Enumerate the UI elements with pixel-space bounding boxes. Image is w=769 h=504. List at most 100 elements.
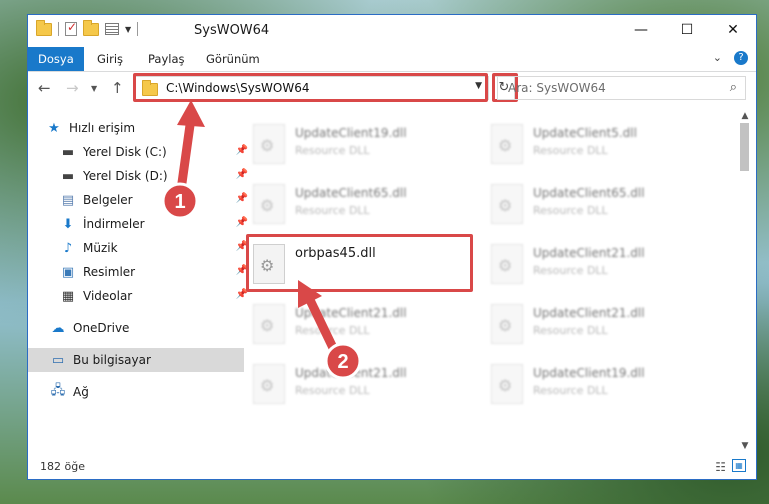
- dll-file-icon: [253, 124, 285, 164]
- file-name: UpdateClient21.dll: [533, 306, 645, 320]
- documents-icon: ▤: [61, 192, 75, 208]
- file-description: Resource DLL: [533, 144, 608, 157]
- network-icon: 🖧: [50, 383, 66, 398]
- file-item[interactable]: UpdateClient65.dll Resource DLL: [481, 178, 701, 228]
- sidebar-item-label: Videolar: [83, 289, 133, 303]
- title-bar: ▼ SysWOW64 — ☐ ✕: [28, 15, 756, 47]
- status-bar: 182 öğe ☷ ▦: [28, 455, 756, 479]
- separator: [58, 22, 59, 36]
- dll-file-icon: [491, 124, 523, 164]
- drive-icon: ▬: [61, 168, 75, 184]
- file-item[interactable]: UpdateClient21.dll Resource DLL: [243, 298, 463, 348]
- window-controls: — ☐ ✕: [618, 15, 756, 45]
- file-name: UpdateClient19.dll: [533, 366, 645, 380]
- file-name: UpdateClient65.dll: [295, 186, 407, 200]
- file-item[interactable]: UpdateClient19.dll Resource DLL: [243, 118, 463, 168]
- dll-file-icon: [491, 304, 523, 344]
- sidebar-item-label: Yerel Disk (C:): [83, 145, 167, 159]
- cloud-icon: ☁: [51, 320, 65, 336]
- file-name: UpdateClient19.dll: [295, 126, 407, 140]
- minimize-button[interactable]: —: [618, 15, 664, 45]
- tab-paylas[interactable]: Paylaş: [138, 47, 195, 71]
- tab-dosya[interactable]: Dosya: [28, 47, 84, 71]
- expand-ribbon-icon[interactable]: ⌄: [713, 51, 722, 64]
- dll-file-icon: [491, 184, 523, 224]
- sidebar-item-documents[interactable]: ▤ Belgeler 📌: [28, 188, 254, 212]
- file-explorer-window: ▼ SysWOW64 — ☐ ✕ Dosya Giriş Paylaş Görü…: [27, 14, 757, 480]
- sidebar-item-onedrive[interactable]: ☁ OneDrive: [28, 316, 244, 340]
- search-icon[interactable]: ⌕: [730, 80, 737, 95]
- navigation-pane: ★ Hızlı erişim ▬ Yerel Disk (C:) 📌 ▬ Yer…: [28, 110, 248, 450]
- recent-locations-icon[interactable]: ▼: [91, 84, 97, 93]
- large-icons-view-icon[interactable]: ▦: [732, 459, 746, 472]
- scroll-thumb[interactable]: [740, 123, 749, 171]
- sidebar-item-downloads[interactable]: ⬇ İndirmeler 📌: [28, 212, 254, 236]
- sidebar-item-label: Yerel Disk (D:): [83, 169, 168, 183]
- file-description: Resource DLL: [533, 384, 608, 397]
- sidebar-item-label: İndirmeler: [83, 217, 145, 231]
- file-item[interactable]: UpdateClient65.dll Resource DLL: [243, 178, 463, 228]
- quick-access-toolbar: ▼: [36, 19, 139, 36]
- file-description: Resource DLL: [533, 264, 608, 277]
- file-item[interactable]: UpdateClient5.dll Resource DLL: [481, 118, 701, 168]
- close-button[interactable]: ✕: [710, 15, 756, 45]
- maximize-button[interactable]: ☐: [664, 15, 710, 45]
- forward-arrow-icon[interactable]: →: [66, 79, 79, 97]
- drive-icon: ▬: [61, 144, 75, 160]
- search-input[interactable]: Ara: SysWOW64 ⌕: [497, 76, 746, 100]
- file-name: UpdateClient21.dll: [533, 246, 645, 260]
- sidebar-item-quick-access[interactable]: ★ Hızlı erişim: [28, 116, 240, 140]
- file-name: UpdateClient21.dll: [295, 366, 407, 380]
- scroll-down-icon[interactable]: ▼: [737, 439, 753, 453]
- dll-file-icon: [491, 364, 523, 404]
- customize-toolbar-icon[interactable]: [105, 23, 119, 35]
- file-item[interactable]: UpdateClient19.dll Resource DLL: [481, 358, 701, 408]
- tab-gorunum[interactable]: Görünüm: [196, 47, 270, 71]
- properties-check-icon[interactable]: [65, 20, 77, 36]
- dll-file-icon: [491, 244, 523, 284]
- back-arrow-icon[interactable]: ←: [38, 79, 51, 97]
- music-icon: ♪: [63, 240, 73, 256]
- sidebar-item-videos[interactable]: ▦ Videolar 📌: [28, 284, 254, 308]
- search-placeholder: Ara: SysWOW64: [508, 81, 606, 95]
- file-name: UpdateClient21.dll: [295, 306, 407, 320]
- help-icon[interactable]: ?: [734, 51, 748, 65]
- file-highlight-box: [246, 234, 473, 292]
- ribbon-tabs: Dosya Giriş Paylaş Görünüm ⌄ ?: [28, 47, 756, 72]
- vertical-scrollbar[interactable]: ▲ ▼: [737, 109, 753, 453]
- file-description: Resource DLL: [295, 384, 370, 397]
- sidebar-item-music[interactable]: ♪ Müzik 📌: [28, 236, 254, 260]
- item-count: 182 öğe: [40, 460, 85, 473]
- file-name: UpdateClient5.dll: [533, 126, 637, 140]
- file-description: Resource DLL: [533, 204, 608, 217]
- videos-icon: ▦: [61, 288, 75, 304]
- sidebar-item-label: Ağ: [73, 385, 89, 399]
- navigation-bar: ← → ▼ ↑ C:\Windows\SysWOW64 ▼ ↻ Ara: Sys…: [28, 72, 756, 106]
- folder-icon[interactable]: [36, 19, 52, 36]
- sidebar-item-local-disk-d[interactable]: ▬ Yerel Disk (D:) 📌: [28, 164, 254, 188]
- file-description: Resource DLL: [295, 204, 370, 217]
- sidebar-item-label: Belgeler: [83, 193, 133, 207]
- sidebar-item-local-disk-c[interactable]: ▬ Yerel Disk (C:) 📌: [28, 140, 254, 164]
- file-item[interactable]: UpdateClient21.dll Resource DLL: [481, 298, 701, 348]
- sidebar-item-label: Hızlı erişim: [69, 121, 136, 135]
- scroll-up-icon[interactable]: ▲: [737, 109, 753, 123]
- file-item[interactable]: UpdateClient21.dll Resource DLL: [243, 358, 463, 408]
- up-arrow-icon[interactable]: ↑: [111, 79, 124, 97]
- details-view-icon[interactable]: ☷: [715, 460, 726, 474]
- computer-icon: ▭: [51, 352, 65, 368]
- file-name: UpdateClient65.dll: [533, 186, 645, 200]
- dll-file-icon: [253, 304, 285, 344]
- sidebar-item-pictures[interactable]: ▣ Resimler 📌: [28, 260, 254, 284]
- sidebar-item-label: Müzik: [83, 241, 118, 255]
- window-title: SysWOW64: [194, 23, 270, 38]
- chevron-down-icon[interactable]: ▼: [125, 25, 131, 34]
- tab-giris[interactable]: Giriş: [87, 47, 133, 71]
- sidebar-item-network[interactable]: 🖧 Ağ: [28, 380, 244, 404]
- dll-file-icon: [253, 184, 285, 224]
- pictures-icon: ▣: [61, 264, 75, 280]
- new-folder-icon[interactable]: [83, 19, 99, 36]
- file-item[interactable]: UpdateClient21.dll Resource DLL: [481, 238, 701, 288]
- sidebar-item-this-pc[interactable]: ▭ Bu bilgisayar: [28, 348, 244, 372]
- sidebar-item-label: Resimler: [83, 265, 136, 279]
